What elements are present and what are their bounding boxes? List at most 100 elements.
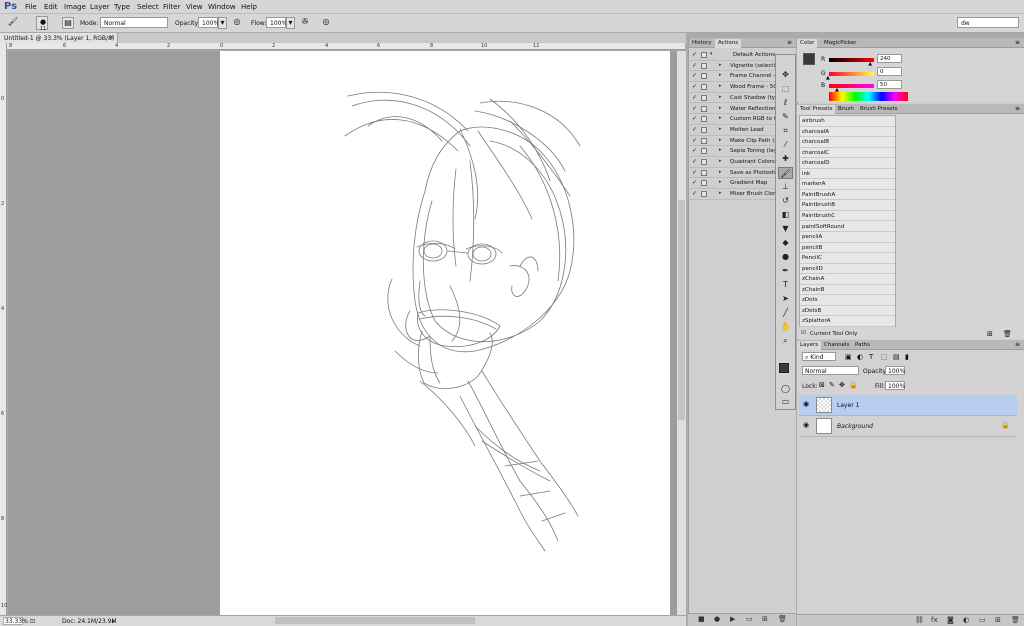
tab-paths[interactable]: Paths (852, 341, 873, 350)
line-icon[interactable]: ╱ (778, 307, 793, 319)
new-set-icon[interactable]: ▭ (746, 615, 753, 623)
new-group-icon[interactable]: ▭ (979, 616, 986, 624)
expand-triangle-icon[interactable]: ▸ (719, 190, 722, 196)
menu-file[interactable]: File (25, 3, 37, 11)
green-value[interactable]: 0 (877, 67, 902, 76)
menu-view[interactable]: View (186, 3, 203, 11)
action-enabled-check-icon[interactable]: ✓ (692, 190, 697, 197)
flow-input[interactable]: 100% (266, 17, 287, 28)
close-tab-icon[interactable]: × (109, 34, 114, 41)
action-enabled-check-icon[interactable]: ✓ (692, 137, 697, 144)
document-tab[interactable]: Untitled-1 @ 33.3% (Layer 1, RGB/8) * × (0, 33, 118, 49)
delete-preset-icon[interactable]: 🗑 (1003, 330, 1012, 338)
menu-window[interactable]: Window (208, 3, 236, 11)
new-layer-icon[interactable]: ⊞ (995, 616, 1001, 624)
dialog-toggle-box[interactable] (701, 116, 707, 123)
expand-triangle-icon[interactable]: ▸ (719, 83, 722, 89)
new-action-icon[interactable]: ⊞ (762, 615, 768, 623)
foreground-swatch[interactable] (803, 53, 815, 65)
move-icon[interactable]: ✥ (778, 69, 793, 81)
menu-image[interactable]: Image (64, 3, 86, 11)
stamp-icon[interactable]: ⊥ (778, 181, 793, 193)
filter-type-icon[interactable]: T (869, 353, 873, 361)
add-mask-icon[interactable]: ◙ (947, 616, 954, 624)
preset-item[interactable]: ink (800, 169, 895, 180)
workspace-select[interactable]: dw (957, 17, 1019, 28)
blend-mode-select[interactable]: Normal (802, 366, 859, 375)
tab-magicpicker[interactable]: MagicPicker (821, 39, 860, 48)
filter-adjust-icon[interactable]: ◐ (857, 353, 863, 361)
preset-item[interactable]: pencilA (800, 232, 895, 243)
preset-item[interactable]: paintSoftRound (800, 222, 895, 232)
blue-slider[interactable]: ▲ (829, 84, 874, 93)
screen-mode-icon[interactable]: ▭ (778, 396, 793, 408)
red-slider[interactable]: ▲ (829, 58, 874, 67)
opacity-input[interactable]: 100% (198, 17, 219, 28)
brush-tool-icon[interactable]: 🖌 (7, 17, 19, 29)
expand-triangle-icon[interactable]: ▸ (719, 94, 722, 100)
vertical-scroll-thumb[interactable] (678, 200, 685, 420)
visibility-eye-icon[interactable]: ◉ (803, 400, 809, 408)
dialog-toggle-box[interactable] (701, 126, 707, 133)
blue-value[interactable]: 50 (877, 80, 902, 89)
dialog-toggle-box[interactable] (701, 73, 707, 80)
filter-smart-icon[interactable]: ▤ (893, 353, 900, 361)
menu-layer[interactable]: Layer (90, 3, 110, 11)
tab-tool-presets[interactable]: Tool Presets (797, 105, 836, 114)
color-spectrum[interactable] (829, 92, 908, 101)
action-enabled-check-icon[interactable]: ✓ (692, 83, 697, 90)
flow-dropdown-icon[interactable]: ▾ (286, 17, 295, 29)
tab-brush[interactable]: Brush (835, 105, 857, 114)
play-icon[interactable]: ▶ (730, 615, 735, 623)
red-slider-thumb[interactable]: ▲ (868, 61, 872, 67)
healing-icon[interactable]: ✚ (778, 153, 793, 165)
panel-menu-icon[interactable]: ≡ (1015, 39, 1020, 46)
preset-item[interactable]: PaintBrushA (800, 190, 895, 201)
menu-select[interactable]: Select (137, 3, 159, 11)
menu-type[interactable]: Type (114, 3, 130, 11)
panel-menu-icon[interactable]: ≡ (787, 39, 792, 46)
layer-style-icon[interactable]: fx (931, 616, 938, 624)
menu-filter[interactable]: Filter (163, 3, 180, 11)
lasso-icon[interactable]: ℓ (778, 97, 793, 109)
expand-triangle-icon[interactable]: ▸ (719, 126, 722, 132)
action-enabled-check-icon[interactable]: ✓ (692, 105, 697, 112)
preset-item[interactable]: PaintbrushC (800, 211, 895, 222)
expand-triangle-icon[interactable]: ▸ (719, 137, 722, 143)
action-enabled-check-icon[interactable]: ✓ (692, 147, 697, 154)
menu-help[interactable]: Help (241, 3, 257, 11)
dialog-toggle-box[interactable] (701, 180, 707, 187)
layer-row-layer-1[interactable]: ◉ Layer 1 (799, 395, 1017, 416)
brush-panel-toggle-icon[interactable]: ▤ (62, 17, 74, 29)
history-brush-icon[interactable]: ↺ (778, 195, 793, 207)
preset-item[interactable]: pencilD (800, 264, 895, 275)
dialog-toggle-box[interactable] (701, 105, 707, 112)
tab-layers[interactable]: Layers (797, 341, 822, 350)
preset-item[interactable]: PaintbrushB (800, 200, 895, 211)
green-slider[interactable]: ▲ (826, 72, 874, 81)
panel-menu-icon[interactable]: ≡ (1015, 105, 1020, 112)
expand-triangle-icon[interactable]: ▸ (719, 115, 722, 121)
preset-item[interactable]: charcoalA (800, 127, 895, 138)
green-slider-thumb[interactable]: ▲ (826, 75, 830, 81)
link-layers-icon[interactable]: ⛓ (915, 616, 924, 624)
tab-color[interactable]: Color (797, 39, 818, 48)
blur-icon[interactable]: ◆ (778, 237, 793, 249)
type-icon[interactable]: T (778, 279, 793, 291)
delete-layer-icon[interactable]: 🗑 (1011, 616, 1020, 624)
document-canvas[interactable] (220, 51, 670, 615)
delete-action-icon[interactable]: 🗑 (778, 615, 787, 623)
lock-all-icon[interactable]: 🔒 (849, 381, 858, 389)
preset-item[interactable]: zDotsB (800, 306, 895, 317)
action-enabled-check-icon[interactable]: ✓ (692, 115, 697, 122)
preset-item[interactable]: zDots (800, 295, 895, 306)
eraser-icon[interactable]: ◧ (778, 209, 793, 221)
preset-item[interactable]: charcoalD (800, 158, 895, 169)
action-enabled-check-icon[interactable]: ✓ (692, 51, 697, 58)
dialog-toggle-box[interactable] (701, 191, 707, 198)
marquee-icon[interactable]: ⬚ (778, 83, 793, 95)
zoom-field[interactable]: 33.33% (3, 617, 28, 625)
stop-icon[interactable]: ■ (698, 615, 705, 623)
preset-item[interactable]: pencilB (800, 243, 895, 254)
tab-brush-presets[interactable]: Brush Presets (857, 105, 901, 114)
